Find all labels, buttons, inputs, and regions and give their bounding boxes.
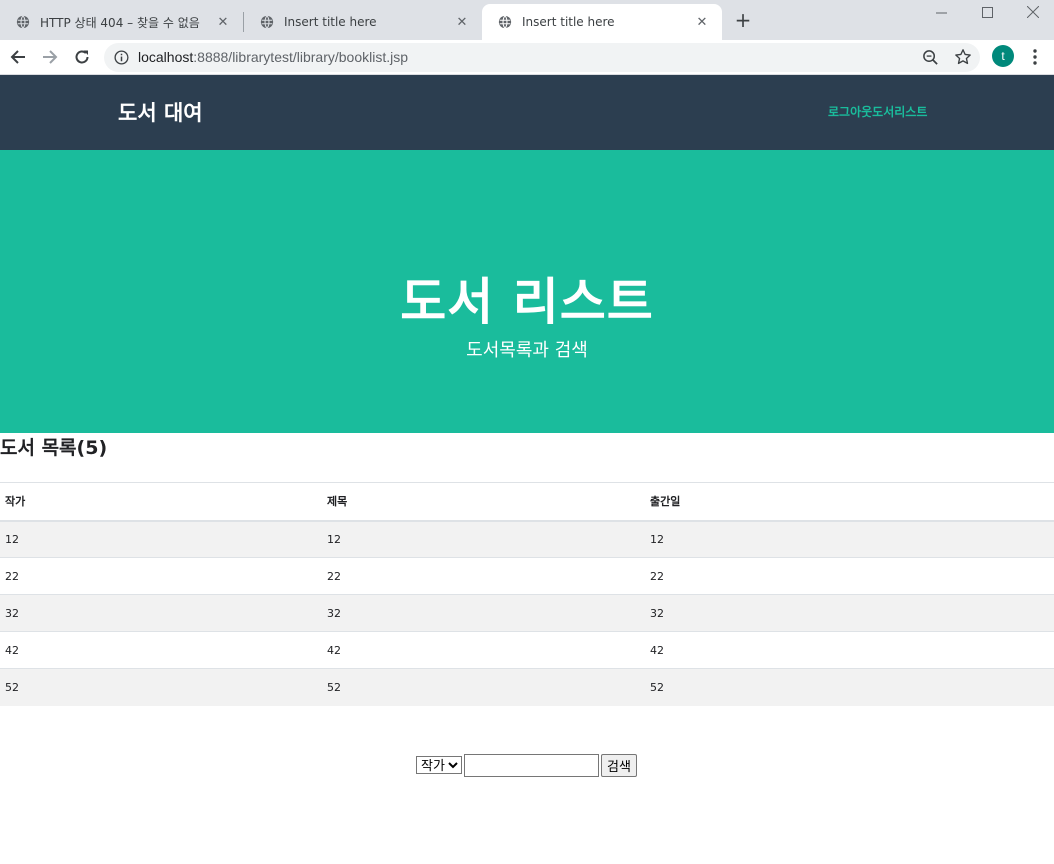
cell-title: 22 — [322, 557, 645, 595]
book-table: 작가 제목 출간일 12 12 12 22 22 22 32 32 32 42 … — [0, 482, 1054, 706]
new-tab-icon[interactable]: + — [732, 8, 754, 32]
window-close-icon[interactable] — [1010, 0, 1054, 24]
search-input[interactable] — [464, 753, 599, 777]
hero-subtitle: 도서목록과 검색 — [466, 340, 588, 361]
tab-close-icon[interactable]: ✕ — [454, 14, 470, 30]
browser-tab[interactable]: Insert title here ✕ — [244, 4, 482, 40]
bookmark-star-icon[interactable] — [954, 48, 972, 66]
info-icon[interactable] — [114, 50, 129, 65]
column-header-published: 출간일 — [645, 482, 1054, 522]
column-header-author: 작가 — [0, 482, 322, 522]
tab-title: Insert title here — [284, 15, 377, 29]
cell-title: 42 — [322, 631, 645, 669]
cell-title: 32 — [322, 594, 645, 632]
browser-tab-strip: HTTP 상태 404 – 찾을 수 없음 ✕ Insert title her… — [0, 0, 1054, 40]
cell-author: 52 — [0, 668, 322, 706]
search-form: 작가 검색 — [416, 753, 637, 777]
tab-title: Insert title here — [522, 15, 615, 29]
maximize-icon[interactable] — [964, 0, 1010, 24]
cell-author: 12 — [0, 520, 322, 558]
table-row: 52 52 52 — [0, 668, 1054, 706]
url-path: :8888/librarytest/library/booklist.jsp — [193, 49, 409, 65]
back-icon[interactable] — [5, 44, 31, 70]
booklist-link[interactable]: 도서리스트 — [872, 105, 927, 119]
globe-icon — [498, 15, 512, 29]
cell-published: 52 — [645, 668, 1054, 706]
hero-title: 도서 리스트 — [400, 273, 654, 331]
globe-icon — [260, 15, 274, 29]
address-bar[interactable]: localhost:8888/librarytest/library/bookl… — [104, 43, 980, 72]
url-host: localhost — [138, 49, 194, 65]
cell-title: 52 — [322, 668, 645, 706]
cell-author: 42 — [0, 631, 322, 669]
book-list-title: 도서 목록(5) — [0, 437, 108, 459]
globe-icon — [16, 15, 30, 29]
tab-title: HTTP 상태 404 – 찾을 수 없음 — [40, 15, 200, 30]
browser-tab[interactable]: HTTP 상태 404 – 찾을 수 없음 ✕ — [0, 4, 243, 40]
reload-icon[interactable] — [69, 44, 95, 70]
browser-tab-active[interactable]: Insert title here ✕ — [482, 4, 722, 40]
forward-icon[interactable] — [37, 44, 63, 70]
minimize-icon[interactable] — [918, 0, 964, 24]
tab-close-icon[interactable]: ✕ — [215, 14, 231, 30]
cell-published: 12 — [645, 520, 1054, 558]
site-navbar: 도서 대여 로그아웃도서리스트 — [0, 75, 1054, 150]
column-header-title: 제목 — [322, 482, 645, 522]
table-header-row: 작가 제목 출간일 — [0, 482, 1054, 522]
cell-published: 32 — [645, 594, 1054, 632]
search-button[interactable]: 검색 — [601, 753, 637, 777]
hero-banner: 도서 리스트 도서목록과 검색 — [0, 150, 1054, 433]
logout-link[interactable]: 로그아웃 — [828, 105, 872, 119]
profile-avatar[interactable]: t — [992, 45, 1014, 67]
table-row: 12 12 12 — [0, 520, 1054, 558]
cell-published: 22 — [645, 557, 1054, 595]
cell-author: 22 — [0, 557, 322, 595]
site-brand[interactable]: 도서 대여 — [118, 97, 203, 127]
cell-published: 42 — [645, 631, 1054, 669]
zoom-icon[interactable] — [922, 49, 939, 66]
cell-title: 12 — [322, 520, 645, 558]
table-row: 42 42 42 — [0, 631, 1054, 669]
url-text: localhost:8888/librarytest/library/bookl… — [138, 49, 408, 65]
browser-toolbar: localhost:8888/librarytest/library/bookl… — [0, 40, 1054, 75]
search-field-select[interactable]: 작가 — [416, 756, 462, 774]
tab-close-icon[interactable]: ✕ — [694, 14, 710, 30]
table-row: 32 32 32 — [0, 594, 1054, 632]
cell-author: 32 — [0, 594, 322, 632]
menu-kebab-icon[interactable] — [1026, 46, 1044, 68]
nav-links: 로그아웃도서리스트 — [828, 103, 927, 120]
table-row: 22 22 22 — [0, 557, 1054, 595]
